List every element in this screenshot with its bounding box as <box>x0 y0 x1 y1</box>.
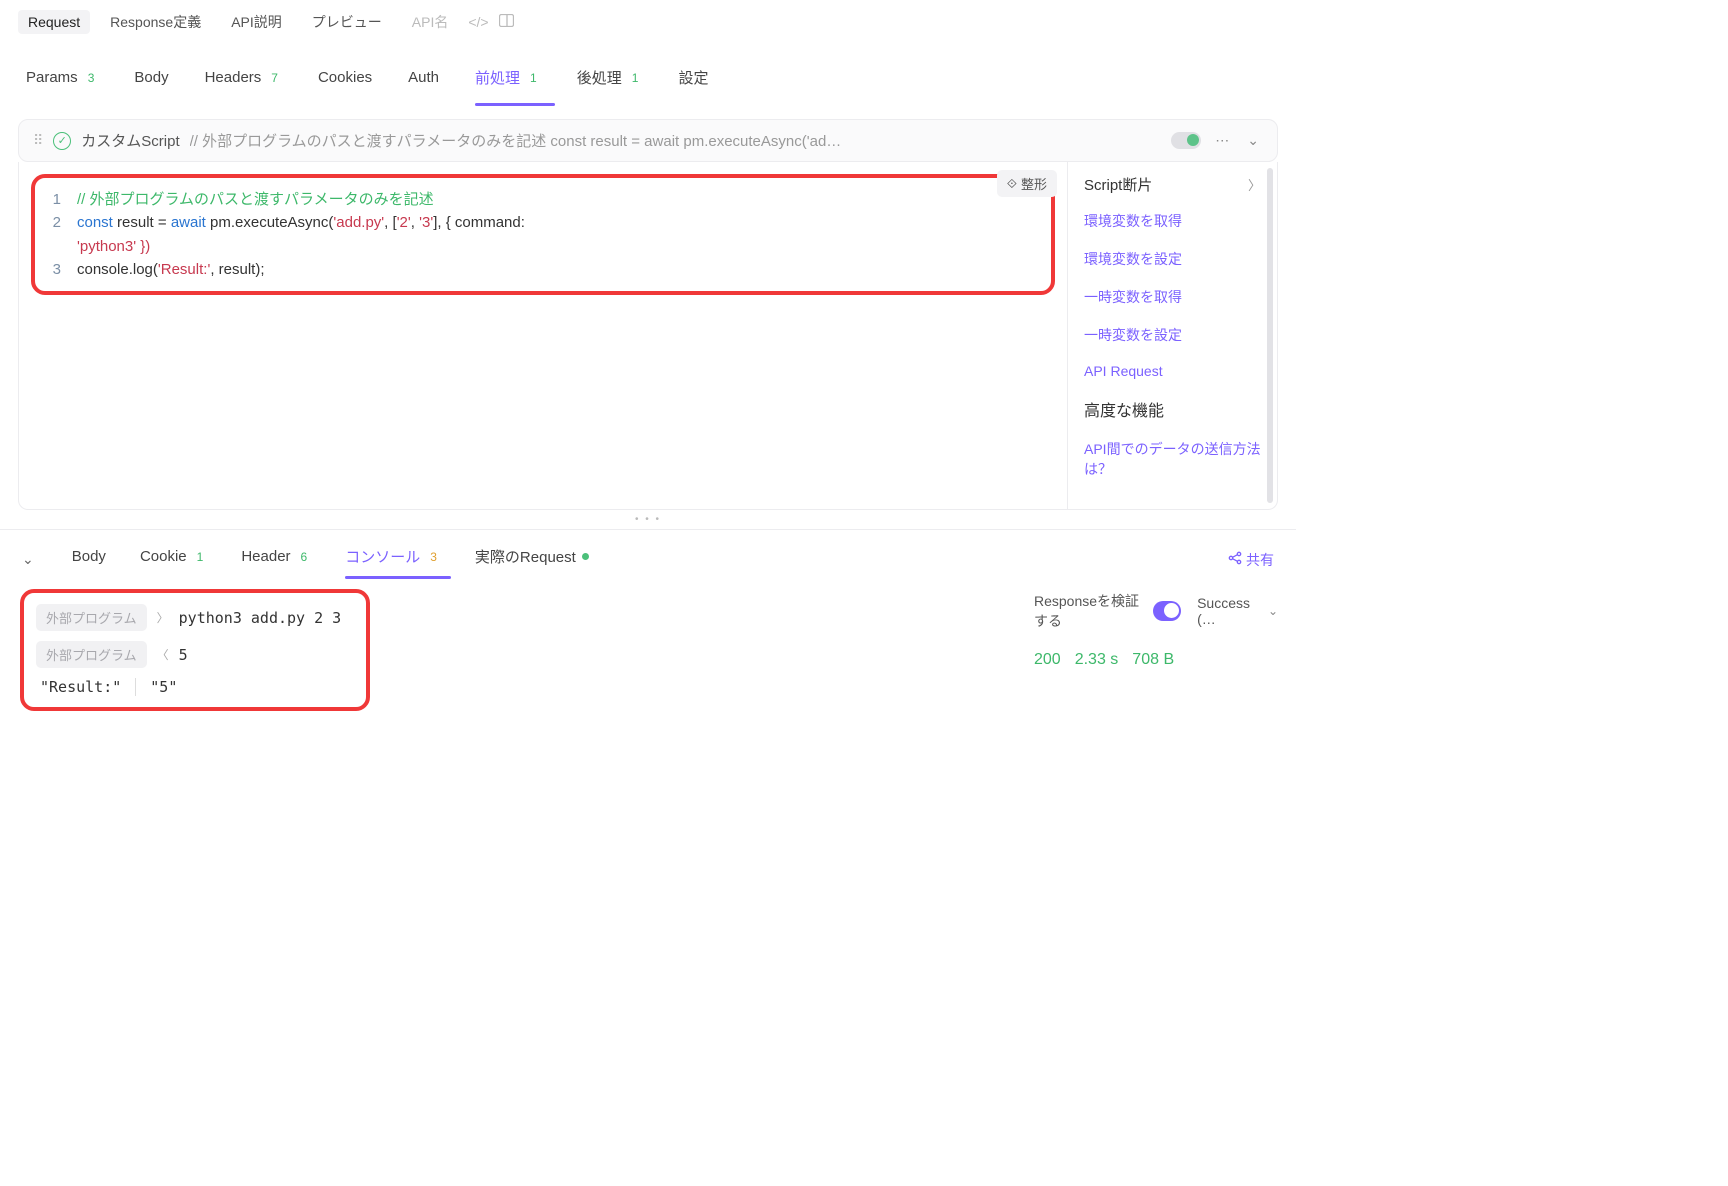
console-tag: 外部プログラム <box>36 604 147 631</box>
code-line-3: console.log('Result:', result); <box>77 258 265 281</box>
arrow-left-icon: 〈 <box>157 646 169 663</box>
console-output: 外部プログラム 〉 python3 add.py 2 3 外部プログラム 〈 5… <box>20 589 370 711</box>
rtab-cookie-label: Cookie <box>140 548 187 565</box>
params-badge: 3 <box>84 70 99 86</box>
console-badge: 3 <box>426 549 441 565</box>
tab-prescript[interactable]: 前処理 1 <box>475 59 541 106</box>
rtab-console-label: コンソール <box>345 546 420 567</box>
console-row-result: "Result:" "5" <box>24 673 366 701</box>
status-code: 200 <box>1034 651 1061 669</box>
snippet-section-advanced: 高度な機能 <box>1084 397 1261 421</box>
tab-preview[interactable]: プレビュー <box>302 8 392 36</box>
drag-handle-icon[interactable]: ⠿ <box>33 132 43 149</box>
code-comment: // 外部プログラムのパスと渡すパラメータのみを記述 <box>77 191 434 208</box>
rtab-actual-label: 実際のRequest <box>475 546 576 567</box>
snippet-link[interactable]: 環境変数を設定 <box>1084 249 1261 269</box>
snippet-link[interactable]: 環境変数を取得 <box>1084 211 1261 231</box>
status-time: 2.33 s <box>1075 651 1119 669</box>
tab-params[interactable]: Params 3 <box>26 59 98 106</box>
format-button[interactable]: ⟐整形 <box>997 170 1057 197</box>
rtab-console[interactable]: コンソール 3 <box>345 540 441 579</box>
lineno: 1 <box>35 188 77 211</box>
status-size: 708 B <box>1132 651 1174 669</box>
tab-params-label: Params <box>26 69 78 86</box>
code-line-2: const result = await pm.executeAsync('ad… <box>77 211 525 234</box>
console-command: python3 add.py 2 3 <box>179 609 342 627</box>
result-value: "5" <box>146 678 181 696</box>
lineno: 2 <box>35 211 77 234</box>
snippet-link[interactable]: API Request <box>1084 363 1261 379</box>
panel-icon[interactable] <box>499 14 514 30</box>
tab-postscript[interactable]: 後処理 1 <box>577 59 643 106</box>
result-key: "Result:" <box>36 678 125 696</box>
header-badge: 6 <box>297 549 312 565</box>
card-enable-toggle[interactable] <box>1171 132 1201 149</box>
share-label: 共有 <box>1246 550 1274 570</box>
snippet-panel: Script断片 〉 環境変数を取得 環境変数を設定 一時変数を取得 一時変数を設… <box>1068 162 1278 510</box>
verify-toggle[interactable] <box>1153 601 1181 621</box>
snippet-link[interactable]: 一時変数を取得 <box>1084 287 1261 307</box>
rtab-header-label: Header <box>241 548 290 565</box>
arrow-right-icon: 〉 <box>157 609 169 626</box>
tab-body[interactable]: Body <box>134 59 168 106</box>
tab-settings[interactable]: 設定 <box>678 59 708 106</box>
share-button[interactable]: 共有 <box>1228 550 1274 570</box>
snippet-title: Script断片 <box>1084 174 1152 195</box>
tab-cookies[interactable]: Cookies <box>318 59 372 106</box>
code-icon[interactable]: </> <box>468 14 488 30</box>
collapse-response-icon[interactable]: ⌄ <box>22 551 34 568</box>
top-tabbar: Request Response定義 API説明 プレビュー API名 </> <box>0 0 1296 43</box>
rtab-body[interactable]: Body <box>72 542 106 577</box>
tab-headers-label: Headers <box>205 69 262 86</box>
post-badge: 1 <box>628 70 643 86</box>
headers-badge: 7 <box>267 70 282 86</box>
actual-dot-icon <box>582 553 589 560</box>
console-output-value: 5 <box>179 646 188 664</box>
tab-response-def[interactable]: Response定義 <box>100 8 211 36</box>
request-subtabs: Params3 Body Headers7 Cookies Auth 前処理1 … <box>0 43 1296 107</box>
tab-pre-label: 前処理 <box>475 67 520 88</box>
card-preview-comment: // 外部プログラムのパスと渡すパラメータのみを記述 const result … <box>190 130 1162 151</box>
card-collapse-icon[interactable]: ⌄ <box>1243 132 1263 149</box>
response-panel: ⌄ Body Cookie 1 Header 6 コンソール 3 実際のRequest… <box>0 529 1296 721</box>
console-row-cmd: 外部プログラム 〉 python3 add.py 2 3 <box>24 599 366 636</box>
divider <box>135 678 136 696</box>
script-card-header: ⠿ ✓ カスタムScript // 外部プログラムのパスと渡すパラメータのみを記… <box>18 119 1278 162</box>
snippet-link[interactable]: 一時変数を設定 <box>1084 325 1261 345</box>
card-title: カスタムScript <box>81 130 179 151</box>
chevron-right-icon[interactable]: 〉 <box>1248 175 1261 194</box>
tab-request[interactable]: Request <box>18 10 90 34</box>
rtab-actual-request[interactable]: 実際のRequest <box>475 540 589 579</box>
console-row-out: 外部プログラム 〈 5 <box>24 636 366 673</box>
resize-handle-icon[interactable]: • • • <box>0 514 1296 525</box>
code-editor-panel: ⟐整形 1// 外部プログラムのパスと渡すパラメータのみを記述 2const r… <box>18 162 1068 510</box>
tab-auth[interactable]: Auth <box>408 59 439 106</box>
check-icon: ✓ <box>53 132 71 150</box>
success-label: Success (… <box>1197 595 1260 627</box>
share-icon <box>1228 551 1242 568</box>
console-tag: 外部プログラム <box>36 641 147 668</box>
rtab-cookie[interactable]: Cookie 1 <box>140 542 207 577</box>
code-line-2b: 'python3' }) <box>77 235 150 258</box>
format-label: 整形 <box>1021 174 1047 193</box>
verify-label: Responseを検証する <box>1034 591 1145 631</box>
code-editor[interactable]: 1// 外部プログラムのパスと渡すパラメータのみを記述 2const resul… <box>31 174 1055 295</box>
card-more-icon[interactable]: ⋯ <box>1211 132 1233 149</box>
snippet-link[interactable]: API間でのデータの送信方法は？ <box>1084 439 1261 479</box>
response-status: Responseを検証する Success (… ⌄ 200 2.33 s 70… <box>1016 579 1296 721</box>
chevron-down-icon[interactable]: ⌄ <box>1268 604 1278 618</box>
rtab-header[interactable]: Header 6 <box>241 542 311 577</box>
wand-icon: ⟐ <box>1007 176 1017 192</box>
lineno <box>35 235 77 258</box>
pre-badge: 1 <box>526 70 541 86</box>
tab-api-desc[interactable]: API説明 <box>221 8 292 36</box>
tab-headers[interactable]: Headers 7 <box>205 59 282 106</box>
lineno: 3 <box>35 258 77 281</box>
cookie-badge: 1 <box>193 549 208 565</box>
api-name-placeholder: API名 <box>402 8 459 36</box>
tab-post-label: 後処理 <box>577 67 622 88</box>
